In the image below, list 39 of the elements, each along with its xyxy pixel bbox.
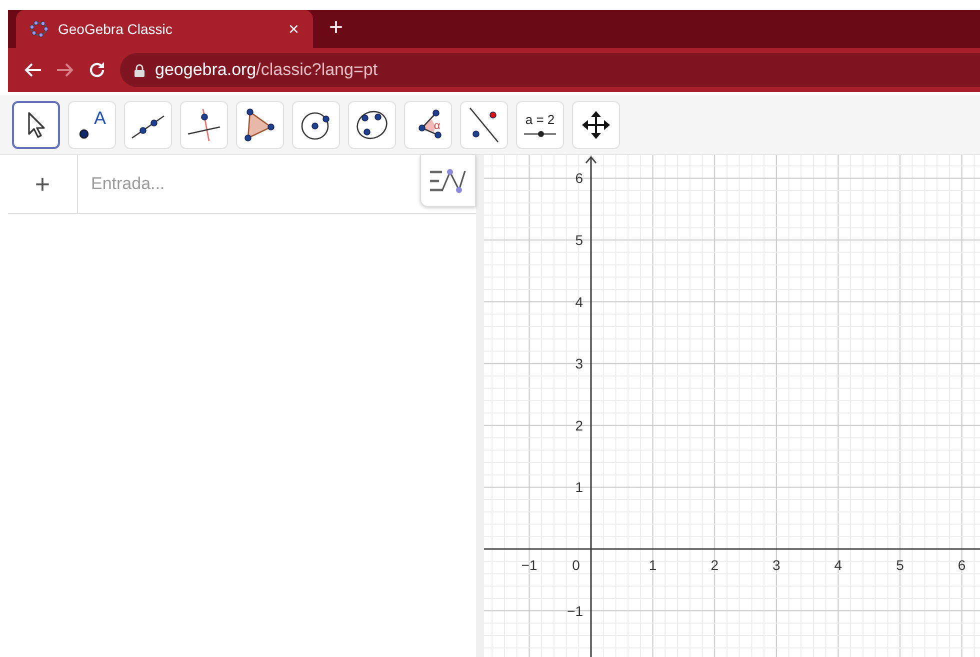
algebra-menu-button[interactable] [420,155,476,207]
tab-title: GeoGebra Classic [58,21,174,37]
axis-label: 5 [896,557,904,573]
axis-label: 3 [772,557,780,573]
axis-label: −1 [521,557,538,573]
back-icon[interactable] [24,62,42,78]
point-icon [79,128,89,138]
lock-icon [134,64,145,76]
tool-button[interactable]: A [68,100,116,148]
axis-label: 1 [575,479,583,496]
axis-label: 2 [575,417,583,434]
tool-button[interactable]: a = 2 [516,100,564,148]
reload-icon[interactable] [88,61,106,79]
browser-tab[interactable]: GeoGebra Classic × [16,10,313,48]
axis-label: 4 [834,557,842,573]
axis-label: −1 [567,602,583,619]
perpendicular-line-icon [186,108,222,142]
address-bar[interactable]: geogebra.org/classic?lang=pt [120,53,980,87]
tool-button[interactable]: α [404,100,452,148]
slider-label: a = 2 [525,112,555,126]
point-label: A [94,108,106,128]
axis-label: 2 [710,557,718,573]
triangle-icon [244,108,276,142]
axis-label: 6 [575,170,583,186]
close-tab-button[interactable]: × [288,18,299,40]
move-arrows-icon [581,110,611,140]
axis-label: 3 [575,356,583,372]
axis-label: 4 [575,294,583,310]
tool-button[interactable] [12,100,60,148]
angle-label: α [434,120,440,132]
axis-label: 1 [648,557,657,573]
axis-label: 0 [572,557,580,573]
axis-label: 6 [958,557,966,573]
url-text: geogebra.org/classic?lang=pt [155,60,378,80]
axis-label: 5 [575,232,583,248]
slider-icon [524,130,556,138]
new-tab-button[interactable]: + [329,14,344,42]
algebra-graph-icon [428,166,468,194]
app-logo-icon [30,20,48,38]
